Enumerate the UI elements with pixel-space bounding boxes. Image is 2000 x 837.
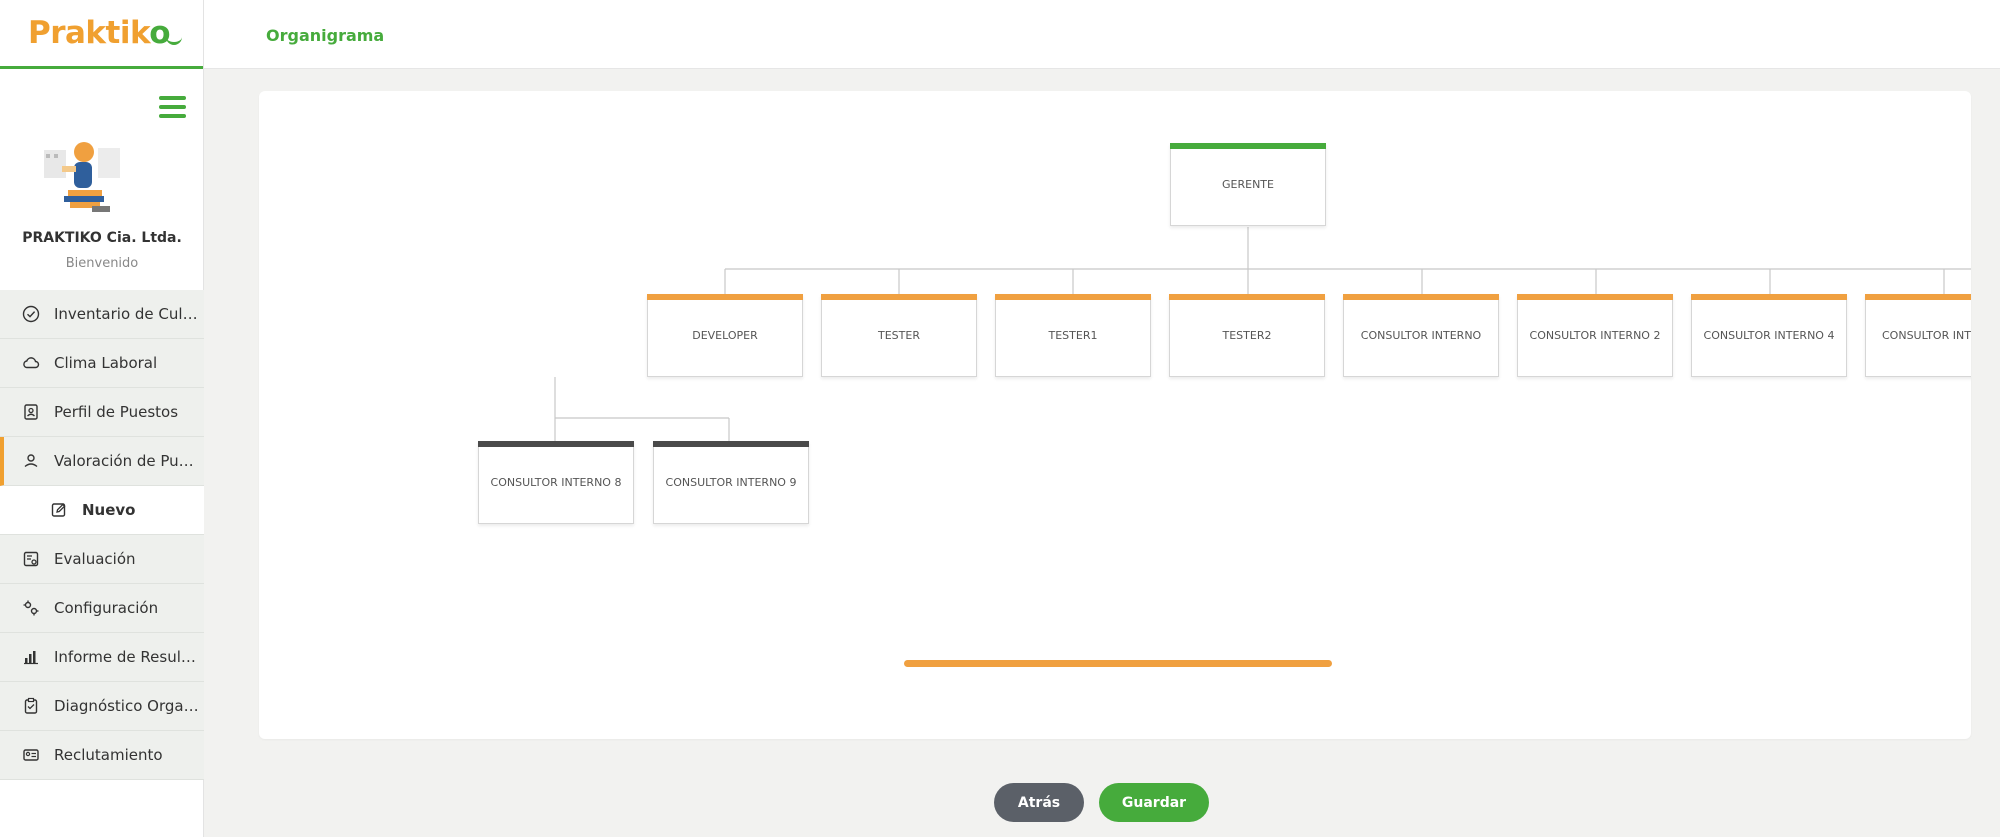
sidebar-item-informe[interactable]: Informe de Resulta... [0,633,204,682]
sidebar: Praktiko PRAKTIKO Cia. Ltda. Bienvenido … [0,0,204,837]
gears-icon [23,600,39,616]
org-node-label: CONSULTOR INTERNO 9 [665,476,797,489]
save-button[interactable]: Guardar [1099,783,1209,822]
sidebar-menu: Inventario de Cultu... Clima Laboral Per… [0,290,204,780]
sidebar-item-configuracion[interactable]: Configuración [0,584,204,633]
sidebar-item-label: Evaluación [54,550,136,568]
edit-icon [51,503,66,517]
sidebar-item-valoracion[interactable]: Valoración de Pues... [0,437,204,486]
org-node-label: CONSULTOR INTERNO 4 [1703,329,1835,342]
menu-toggle-icon[interactable] [159,96,186,118]
org-node-label: CONSULTOR INTE [1882,329,1971,342]
sidebar-item-label: Clima Laboral [54,354,158,372]
back-button[interactable]: Atrás [994,783,1084,822]
org-chart-panel: GERENTE DEVELOPER TESTER TESTER1 TESTER2… [259,91,1971,739]
check-circle-icon [22,305,40,323]
org-node[interactable]: CONSULTOR INTERNO 8 [478,441,634,524]
org-node[interactable]: CONSULTOR INTERNO 4 [1691,294,1847,377]
org-node[interactable]: TESTER1 [995,294,1151,377]
org-node-label: TESTER [878,329,920,342]
org-node[interactable]: CONSULTOR INTE [1865,294,1971,377]
org-node[interactable]: TESTER [821,294,977,377]
org-node[interactable]: TESTER2 [1169,294,1325,377]
sidebar-item-inventario[interactable]: Inventario de Cultu... [0,290,204,339]
org-node[interactable]: CONSULTOR INTERNO 2 [1517,294,1673,377]
org-node-label: GERENTE [1222,178,1274,191]
user-location-icon [24,454,38,468]
sidebar-item-diagnostico[interactable]: Diagnóstico Organi... [0,682,204,731]
evaluation-icon [23,551,39,567]
sidebar-item-label: Informe de Resulta... [54,648,200,666]
sidebar-item-label: Nuevo [82,501,136,519]
sidebar-item-perfil[interactable]: Perfil de Puestos [0,388,204,437]
sidebar-item-label: Reclutamiento [54,746,163,764]
org-node-label: CONSULTOR INTERNO 2 [1529,329,1661,342]
logo-swoosh-icon [166,35,183,45]
org-node[interactable]: DEVELOPER [647,294,803,377]
logo-bar: Praktiko [0,0,203,69]
company-name: PRAKTIKO Cia. Ltda. [22,230,182,246]
org-node-label: CONSULTOR INTERNO 8 [490,476,622,489]
org-node[interactable]: CONSULTOR INTERNO [1343,294,1499,377]
avatar [44,142,120,212]
topbar: Organigrama [204,0,2000,69]
logo[interactable]: Praktiko [28,15,171,51]
sidebar-item-evaluacion[interactable]: Evaluación [0,535,204,584]
bar-chart-icon [24,651,38,665]
horizontal-scrollbar[interactable] [904,660,1332,667]
sidebar-item-label: Perfil de Puestos [54,403,179,421]
org-node-label: CONSULTOR INTERNO [1360,329,1482,342]
sidebar-item-label: Valoración de Pues... [54,452,200,470]
org-chart-connectors [554,227,1971,441]
sidebar-item-nuevo[interactable]: Nuevo [0,486,204,535]
org-node-root[interactable]: GERENTE [1170,143,1326,226]
welcome-text: Bienvenido [65,256,139,271]
sidebar-item-label: Diagnóstico Organi... [54,697,200,715]
org-node[interactable]: CONSULTOR INTERNO 9 [653,441,809,524]
sidebar-item-clima[interactable]: Clima Laboral [0,339,204,388]
sidebar-item-label: Inventario de Cultu... [54,305,200,323]
org-node-label: DEVELOPER [692,329,758,342]
clipboard-check-icon [24,697,38,714]
id-card-icon [23,749,39,761]
org-node-label: TESTER1 [1048,329,1098,342]
org-node-label: TESTER2 [1222,329,1272,342]
page-title: Organigrama [266,26,385,45]
sidebar-item-reclutamiento[interactable]: Reclutamiento [0,731,204,780]
id-badge-icon [24,404,38,420]
sidebar-item-label: Configuración [54,599,159,617]
cloud-icon [23,357,40,369]
